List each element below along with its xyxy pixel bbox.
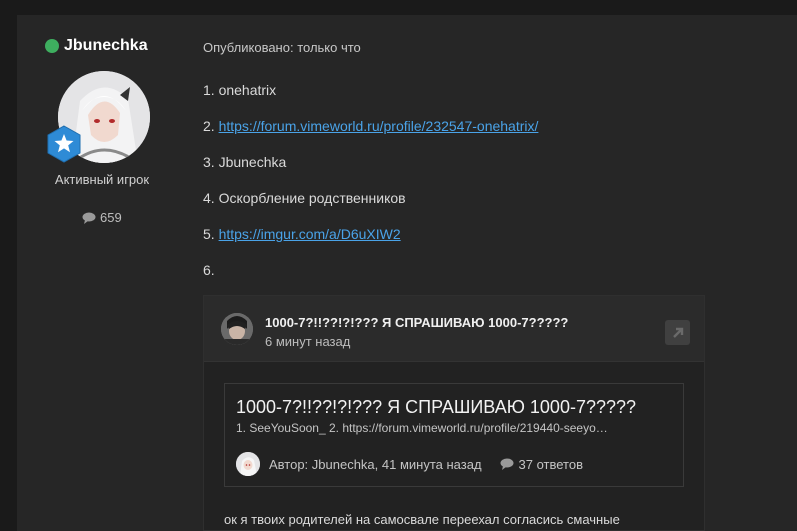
embed-title[interactable]: 1000-7?!!??!?!??? Я СПРАШИВАЮ 1000-7????…: [265, 315, 568, 330]
line-text: onehatrix: [218, 82, 277, 98]
author-post-count[interactable]: 659: [82, 210, 122, 225]
line-number: 6.: [203, 262, 215, 278]
embed-time: 6 минут назад: [265, 334, 351, 349]
author-pane: Jbunechka Активный игрок 659: [17, 15, 187, 531]
profile-link[interactable]: https://forum.vimeworld.ru/profile/23254…: [219, 118, 539, 134]
replies-count: 37 ответов: [518, 456, 584, 472]
post-line-6: 6.: [203, 262, 215, 278]
line-text: Оскорбление родственников: [218, 190, 406, 206]
line-number: 1.: [203, 82, 219, 98]
author-username-text[interactable]: Jbunechka: [64, 37, 148, 55]
avatar[interactable]: [221, 313, 253, 345]
post-line-2: 2. https://forum.vimeworld.ru/profile/23…: [203, 118, 538, 134]
line-number: 5.: [203, 226, 219, 242]
post-line-1: 1. onehatrix: [203, 82, 276, 98]
line-text: Jbunechka: [218, 154, 287, 170]
topic-card-replies: 37 ответов: [500, 457, 583, 472]
line-number: 3.: [203, 154, 219, 170]
online-status-icon: [45, 39, 59, 53]
external-link-icon: [672, 327, 683, 338]
post-line-4: 4. Оскорбление родственников: [203, 190, 406, 206]
author-rank: Активный игрок: [54, 172, 150, 187]
embedded-topic: 1000-7?!!??!?!??? Я СПРАШИВАЮ 1000-7????…: [203, 295, 705, 531]
open-external-button[interactable]: [665, 320, 690, 345]
topic-card-snippet: 1. SeeYouSoon_ 2. https://forum.vimeworl…: [236, 421, 608, 435]
avatar[interactable]: [236, 452, 260, 476]
comment-icon: [500, 458, 514, 470]
line-number: 2.: [203, 118, 219, 134]
post-count-value: 659: [100, 210, 122, 225]
topic-preview-card[interactable]: 1000-7?!!??!?!??? Я СПРАШИВАЮ 1000-7????…: [224, 383, 684, 487]
topic-card-title[interactable]: 1000-7?!!??!?!??? Я СПРАШИВАЮ 1000-7????…: [236, 397, 636, 418]
topic-card-meta: Автор: Jbunechka, 41 минута назад 37 отв…: [236, 452, 583, 476]
author-username[interactable]: Jbunechka: [45, 37, 148, 55]
comment-icon: [82, 212, 96, 224]
forum-post: Jbunechka Активный игрок 659 Опубликован…: [17, 15, 797, 531]
line-number: 4.: [203, 190, 219, 206]
author-avatar-wrap[interactable]: [47, 71, 150, 163]
post-line-3: 3. Jbunechka: [203, 154, 286, 170]
imgur-link[interactable]: https://imgur.com/a/D6uXIW2: [219, 226, 401, 242]
topic-card-author: Автор: Jbunechka, 41 минута назад: [269, 456, 482, 472]
post-published-time: Опубликовано: только что: [203, 40, 361, 55]
rank-star-badge-icon: [46, 125, 82, 163]
embed-header: 1000-7?!!??!?!??? Я СПРАШИВАЮ 1000-7????…: [204, 296, 704, 362]
embed-body-text: ок я твоих родителей на самосвале переех…: [224, 512, 620, 527]
post-line-5: 5. https://imgur.com/a/D6uXIW2: [203, 226, 401, 242]
